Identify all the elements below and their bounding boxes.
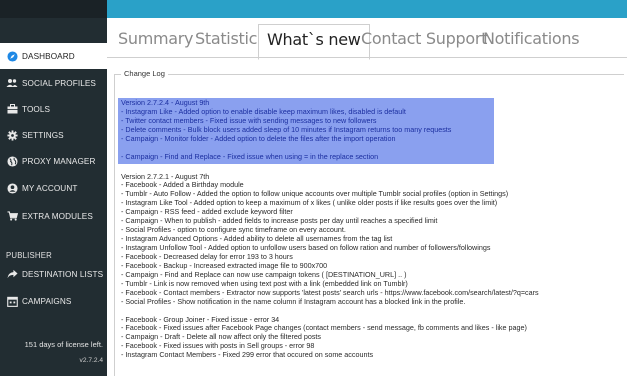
changelog-title: Change Log (121, 69, 168, 78)
tab-contact-support[interactable]: Contact Support (361, 29, 487, 48)
sidebar-item-settings[interactable]: SETTINGS (0, 122, 107, 148)
sidebar-item-my-account[interactable]: MY ACCOUNT (0, 175, 107, 201)
sidebar-item-label: SETTINGS (22, 130, 64, 140)
sidebar-item-label: MY ACCOUNT (22, 183, 78, 193)
changelog-text[interactable]: Version 2.7.2.4 - August 9th - Instagram… (118, 98, 627, 361)
tab-statistics[interactable]: Statistics (195, 29, 265, 48)
toolbox-icon (6, 103, 18, 115)
gear-icon (6, 129, 18, 141)
share-icon (6, 268, 18, 280)
tab-notifications[interactable]: Notifications (483, 29, 580, 48)
changelog-line: - Campaign - Find and Replace - Fixed is… (121, 151, 379, 161)
sidebar-item-destination-lists[interactable]: DESTINATION LISTS (0, 261, 107, 287)
sidebar-item-campaigns[interactable]: CAMPAIGNS (0, 288, 107, 314)
sidebar-item-proxy-manager[interactable]: PROXY MANAGER (0, 148, 107, 174)
sidebar-item-label: DASHBOARD (22, 51, 75, 61)
tab-bar: Summary Statistics What`s new Contact Su… (107, 18, 627, 60)
changelog-line: - Instagram Contact Members - Fixed 299 … (121, 350, 374, 360)
users-icon (6, 77, 18, 89)
changelog-line: - Campaign - Monitor folder - Added opti… (121, 133, 396, 143)
app-version: v2.7.2.4 (79, 357, 103, 364)
changelog-line: - Social Profiles - Show notification in… (121, 296, 466, 306)
tab-whats-new[interactable]: What`s new (258, 24, 370, 60)
sidebar-header (0, 0, 107, 18)
license-days-left: 151 days of license left. (24, 340, 103, 349)
sidebar-item-label: SOCIAL PROFILES (22, 78, 96, 88)
globe-icon (6, 155, 18, 167)
sidebar-item-social-profiles[interactable]: SOCIAL PROFILES (0, 70, 107, 96)
sidebar-item-label: TOOLS (22, 104, 51, 114)
tab-summary[interactable]: Summary (118, 29, 194, 48)
tab-divider (107, 57, 627, 58)
user-circle-icon (6, 182, 18, 194)
sidebar-item-extra-modules[interactable]: EXTRA MODULES (0, 203, 107, 229)
sidebar-item-label: EXTRA MODULES (22, 211, 93, 221)
changelog-highlighted-block: Version 2.7.2.4 - August 9th - Instagram… (118, 98, 494, 164)
sidebar-item-dashboard[interactable]: DASHBOARD (0, 43, 107, 69)
sidebar-item-tools[interactable]: TOOLS (0, 96, 107, 122)
publisher-section-label: PUBLISHER (6, 251, 52, 260)
cart-icon (6, 210, 18, 222)
sidebar-item-label: PROXY MANAGER (22, 156, 96, 166)
sidebar-item-label: DESTINATION LISTS (22, 269, 104, 279)
header-bar (107, 0, 627, 18)
changelog-lines: Version 2.7.2.1 - August 7th - Facebook -… (121, 172, 627, 361)
compass-icon (6, 50, 18, 62)
calendar-icon (6, 295, 18, 307)
sidebar-item-label: CAMPAIGNS (22, 296, 72, 306)
sidebar: DASHBOARD SOCIAL PROFILES TOOLS SETTINGS… (0, 0, 107, 376)
